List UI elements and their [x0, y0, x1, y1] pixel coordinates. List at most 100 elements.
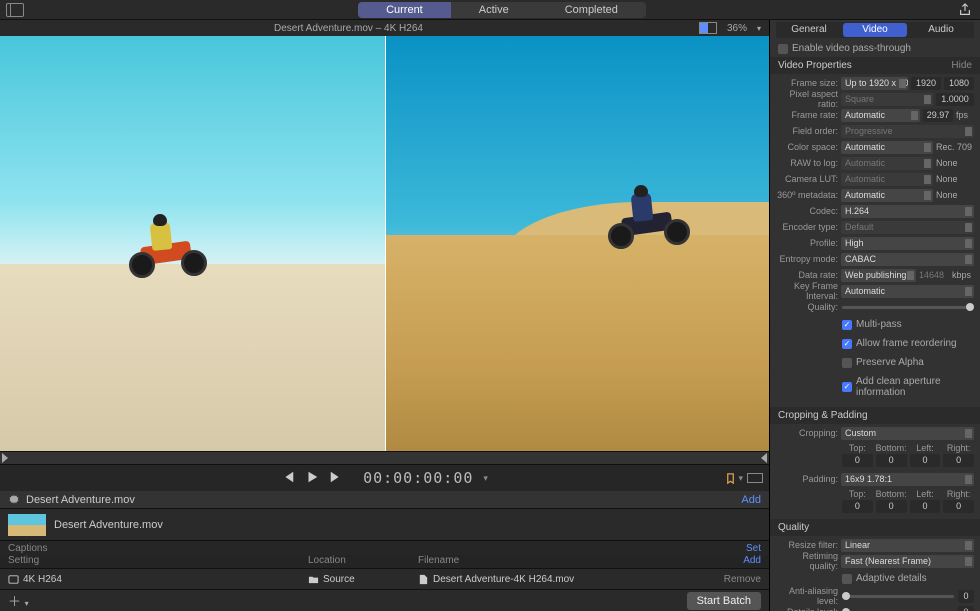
retime-select[interactable]: Fast (Nearest Frame)	[841, 555, 974, 568]
field-order-select[interactable]: Progressive	[841, 125, 974, 138]
data-rate-select[interactable]: Web publishing	[841, 269, 916, 282]
sidebar-toggle-icon[interactable]	[6, 3, 24, 17]
preview-content	[604, 181, 694, 251]
pad-top-label: Top:	[842, 489, 873, 499]
hide-link[interactable]: Hide	[951, 60, 972, 71]
tab-completed[interactable]: Completed	[537, 2, 646, 18]
share-icon[interactable]	[958, 3, 972, 17]
range-end-icon[interactable]	[761, 453, 767, 463]
captions-label: Captions	[8, 543, 47, 554]
pass-through-checkbox[interactable]	[778, 44, 788, 54]
compare-toggle-icon[interactable]	[699, 22, 717, 34]
crop-top-value[interactable]: 0	[842, 454, 873, 467]
encoder-select[interactable]: Default	[841, 221, 974, 234]
allow-reorder-label: Allow frame reordering	[856, 338, 957, 349]
play-button[interactable]	[305, 470, 319, 487]
preview-content	[123, 210, 213, 280]
frame-rate-select[interactable]: Automatic	[841, 109, 920, 122]
tab-video[interactable]: Video	[843, 23, 907, 37]
color-space-select[interactable]: Automatic	[841, 141, 933, 154]
captions-set-link[interactable]: Set	[746, 543, 761, 554]
retime-label: Retiming quality:	[776, 551, 838, 571]
aa-slider[interactable]	[842, 595, 954, 598]
adaptive-details-label: Adaptive details	[856, 573, 927, 584]
next-frame-button[interactable]	[329, 470, 343, 487]
frame-size-select[interactable]: Up to 1920 x 1080	[841, 77, 908, 90]
pixel-aspect-value[interactable]: 1.0000	[936, 93, 974, 106]
keyframe-select[interactable]: Automatic	[841, 285, 974, 298]
prev-frame-button[interactable]	[281, 470, 295, 487]
multi-pass-checkbox[interactable]	[842, 320, 852, 330]
tab-active[interactable]: Active	[451, 2, 537, 18]
adaptive-details-checkbox[interactable]	[842, 574, 852, 584]
raw-log-select[interactable]: Automatic	[841, 157, 933, 170]
meta360-select[interactable]: Automatic	[841, 189, 933, 202]
frame-height-field[interactable]: 1080	[944, 77, 974, 90]
crop-right-value[interactable]: 0	[943, 454, 974, 467]
details-label: Details level:	[776, 607, 838, 611]
pad-right-label: Right:	[943, 489, 974, 499]
marker-button[interactable]: ▾	[725, 473, 743, 484]
entropy-select[interactable]: CABAC	[841, 253, 974, 266]
profile-label: Profile:	[776, 238, 838, 248]
preview-viewport[interactable]	[0, 36, 769, 451]
zoom-arrow-icon[interactable]: ▾	[757, 24, 761, 33]
zoom-level[interactable]: 36%	[727, 23, 747, 34]
timecode-display[interactable]: 00:00:00:00	[363, 469, 473, 487]
aa-label: Anti-aliasing level:	[776, 586, 838, 606]
file-name[interactable]: Desert Adventure.mov	[54, 519, 163, 531]
profile-select[interactable]: High	[841, 237, 974, 250]
padding-label: Padding:	[776, 474, 838, 484]
codec-select[interactable]: H.264	[841, 205, 974, 218]
tab-current[interactable]: Current	[358, 2, 451, 18]
camera-lut-value: None	[936, 174, 974, 184]
cropping-select[interactable]: Custom	[841, 427, 974, 440]
codec-label: Codec:	[776, 206, 838, 216]
add-job-link[interactable]: Add	[741, 494, 761, 506]
compare-small-icon[interactable]	[747, 473, 763, 483]
crop-right-label: Right:	[943, 443, 974, 453]
tab-audio[interactable]: Audio	[909, 23, 973, 37]
multi-pass-label: Multi-pass	[856, 319, 902, 330]
quality-label: Quality:	[776, 302, 838, 312]
pixel-aspect-select[interactable]: Square	[841, 93, 933, 106]
add-setting-link[interactable]: Add	[743, 555, 761, 568]
cropping-header: Cropping & Padding	[778, 410, 868, 421]
resize-filter-select[interactable]: Linear	[841, 539, 974, 552]
kbps-label: kbps	[952, 270, 974, 280]
pad-bottom-value[interactable]: 0	[876, 500, 907, 513]
frame-width-field[interactable]: 1920	[911, 77, 941, 90]
timecode-arrow-icon[interactable]: ▾	[483, 473, 488, 484]
padding-select[interactable]: 16x9 1.78:1	[841, 473, 974, 486]
output-filename[interactable]: Desert Adventure-4K H264.mov	[433, 574, 574, 585]
pad-top-value[interactable]: 0	[842, 500, 873, 513]
location-name[interactable]: Source	[323, 574, 355, 585]
crop-bottom-value[interactable]: 0	[876, 454, 907, 467]
raw-log-value: None	[936, 158, 974, 168]
crop-top-label: Top:	[842, 443, 873, 453]
quality-slider[interactable]	[842, 306, 974, 309]
gear-icon[interactable]	[8, 494, 20, 506]
allow-reorder-checkbox[interactable]	[842, 339, 852, 349]
pad-left-value[interactable]: 0	[910, 500, 941, 513]
details-value[interactable]: 0	[958, 606, 974, 611]
camera-lut-select[interactable]: Automatic	[841, 173, 933, 186]
range-start-icon[interactable]	[2, 453, 8, 463]
preserve-alpha-checkbox[interactable]	[842, 358, 852, 368]
fps-label: fps	[956, 110, 974, 120]
aa-value[interactable]: 0	[958, 590, 974, 603]
preset-icon	[8, 574, 19, 585]
add-button[interactable]: ＋ ▾	[8, 591, 29, 610]
crop-left-value[interactable]: 0	[910, 454, 941, 467]
setting-name[interactable]: 4K H264	[23, 574, 62, 585]
remove-link[interactable]: Remove	[724, 574, 761, 585]
timeline-scrubber[interactable]	[0, 451, 769, 465]
start-batch-button[interactable]: Start Batch	[687, 592, 761, 610]
color-space-value: Rec. 709	[936, 142, 974, 152]
tab-general[interactable]: General	[777, 23, 841, 37]
frame-rate-value[interactable]: 29.97	[923, 109, 953, 122]
meta360-value: None	[936, 190, 974, 200]
clean-aperture-checkbox[interactable]	[842, 382, 852, 392]
compare-divider[interactable]	[385, 36, 386, 451]
pad-right-value[interactable]: 0	[943, 500, 974, 513]
